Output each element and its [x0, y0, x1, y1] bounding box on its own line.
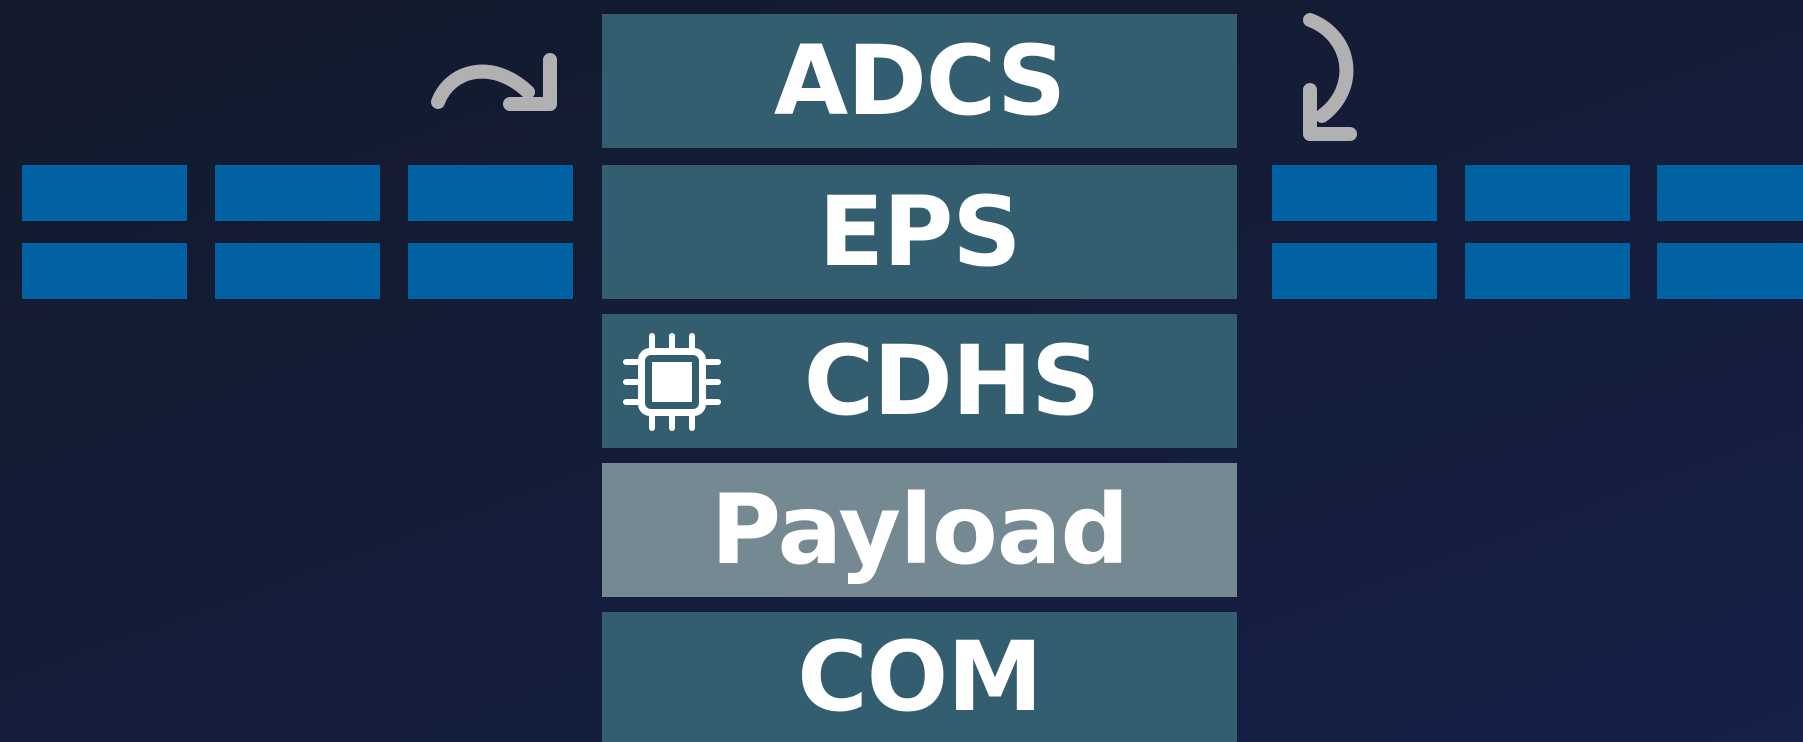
module-eps: EPS	[602, 165, 1237, 299]
chip-icon	[623, 333, 721, 431]
module-label: ADCS	[773, 25, 1066, 137]
solar-panel	[1657, 243, 1803, 299]
solar-panel	[1272, 165, 1437, 221]
solar-panel	[1272, 243, 1437, 299]
solar-panel	[1465, 243, 1630, 299]
module-label: COM	[797, 621, 1043, 733]
solar-panel	[22, 165, 187, 221]
module-com: COM	[602, 612, 1237, 742]
module-label: Payload	[710, 474, 1130, 586]
solar-panel	[1465, 165, 1630, 221]
solar-panel	[22, 243, 187, 299]
module-label: CDHS	[803, 325, 1101, 437]
solar-panel	[408, 243, 573, 299]
module-adcs: ADCS	[602, 14, 1237, 148]
solar-panel	[408, 165, 573, 221]
module-payload: Payload	[602, 463, 1237, 597]
solar-panel	[215, 243, 380, 299]
satellite-stack-diagram: ADCS EPS CDHS Payload COM	[0, 0, 1803, 742]
rotate-clockwise-arrow-icon	[1303, 13, 1357, 141]
module-cdhs: CDHS	[602, 314, 1237, 448]
solar-panel	[1657, 165, 1803, 221]
rotate-right-arrow-icon	[431, 53, 557, 111]
module-label: EPS	[818, 176, 1021, 288]
solar-panel	[215, 165, 380, 221]
